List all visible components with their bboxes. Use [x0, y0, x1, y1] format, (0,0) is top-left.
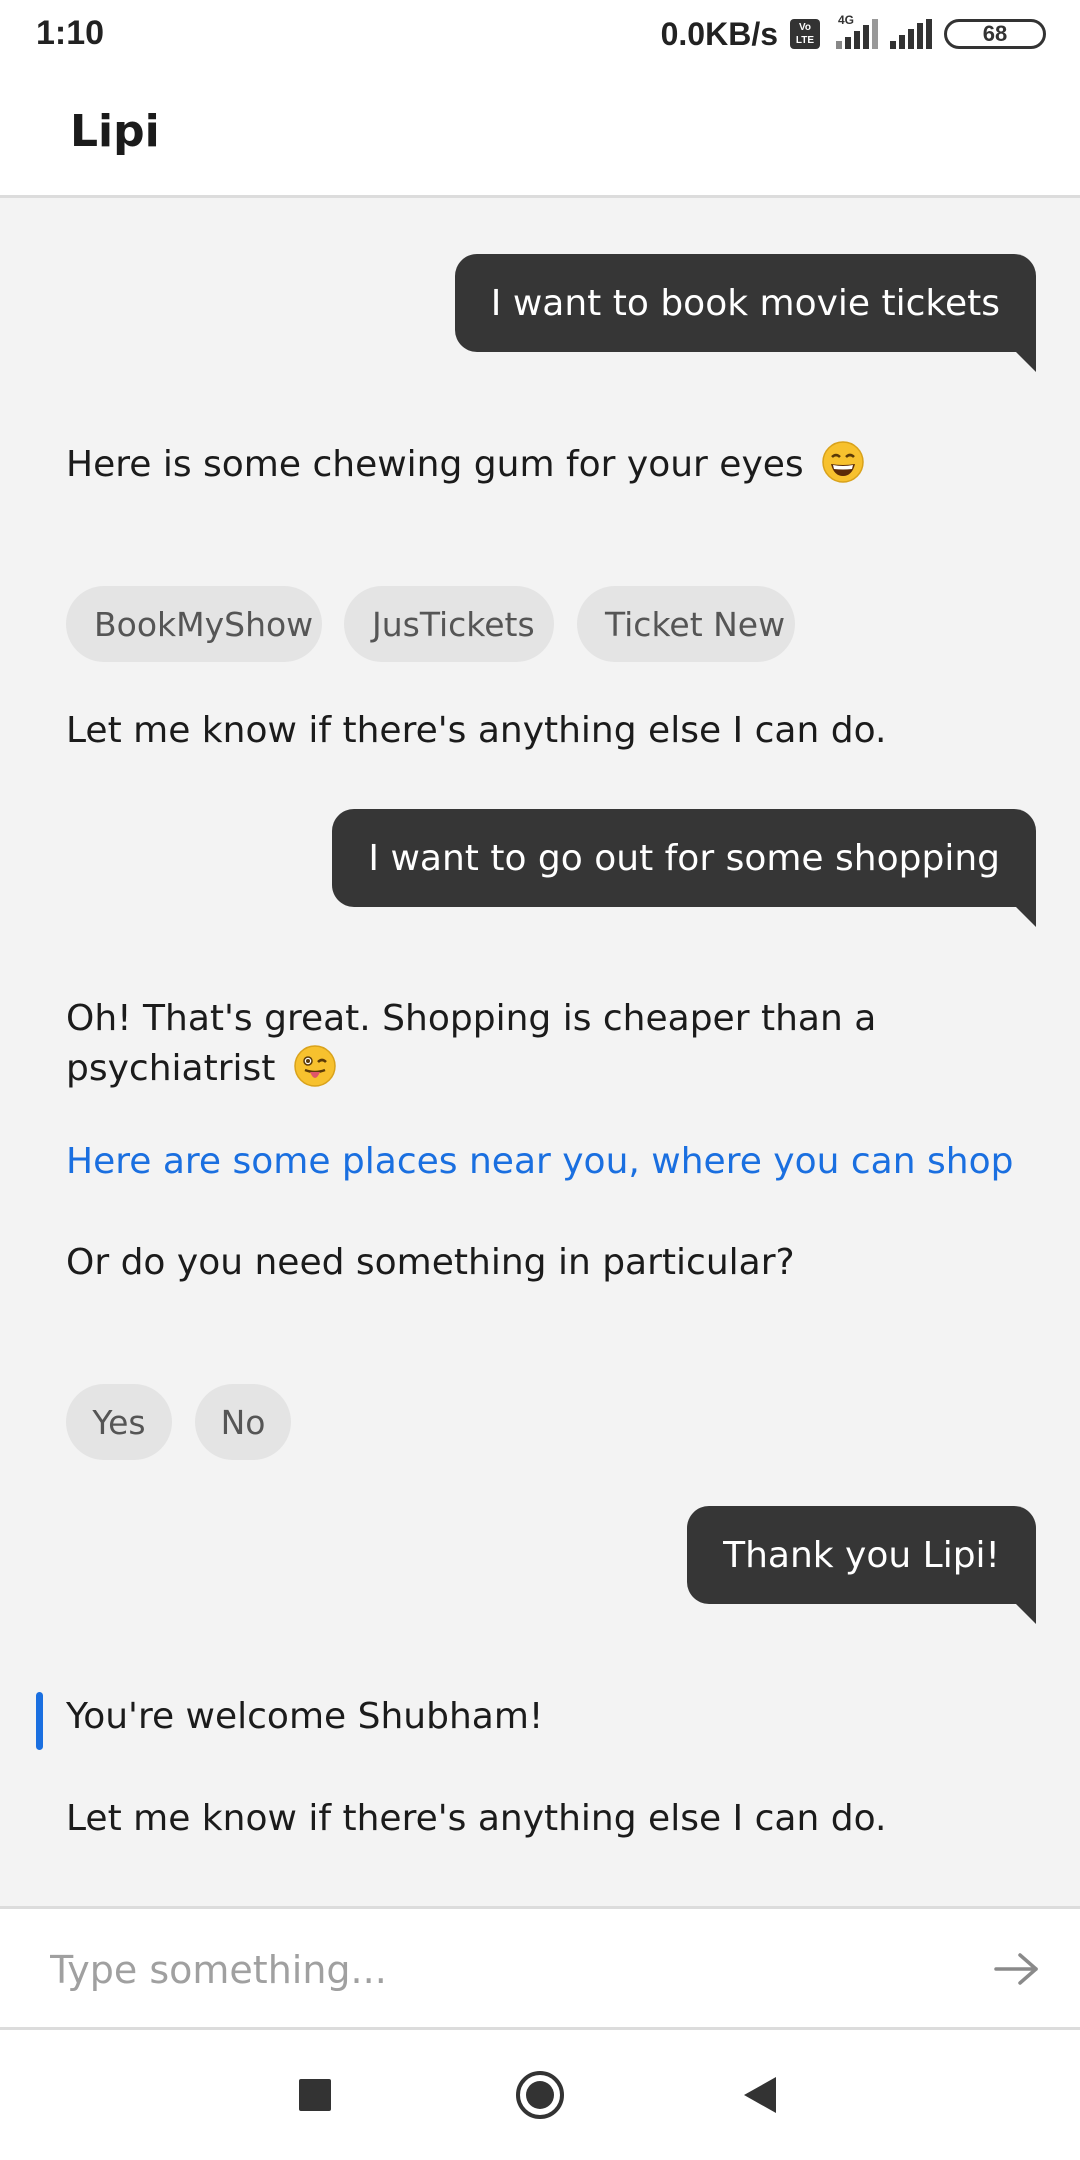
input-bar	[0, 1906, 1080, 2030]
home-circle-icon[interactable]	[515, 2070, 565, 2120]
chip-bookmyshow[interactable]: BookMyShow	[66, 586, 322, 662]
bot-message: Let me know if there's anything else I c…	[66, 1798, 887, 1839]
bot-message: You're welcome Shubham!	[66, 1696, 544, 1737]
chip-justickets[interactable]: JusTickets	[344, 586, 554, 662]
arrow-right-icon[interactable]	[992, 1947, 1042, 1991]
chip-ticket-new[interactable]: Ticket New	[577, 586, 795, 662]
back-triangle-icon[interactable]	[736, 2070, 786, 2120]
status-time: 1:10	[36, 14, 105, 52]
battery-icon: 68	[944, 19, 1046, 49]
status-bar: 1:10 0.0KB/s Vo LTE 4G 68	[0, 0, 1080, 68]
app-bar: Lipi	[0, 68, 1080, 198]
user-message: I want to book movie tickets	[454, 254, 1037, 372]
signal-icon	[890, 19, 932, 49]
app-title: Lipi	[70, 106, 160, 157]
signal-4g-icon: 4G	[832, 13, 878, 49]
chip-yes[interactable]: Yes	[66, 1384, 172, 1460]
grinning-face-emoji	[822, 441, 864, 483]
network-speed: 0.0KB/s	[660, 15, 778, 52]
bot-message: Or do you need something in particular?	[66, 1242, 795, 1283]
battery-level: 68	[982, 21, 1008, 46]
volte-icon: Vo LTE	[790, 19, 820, 49]
user-message: Thank you Lipi!	[687, 1506, 1036, 1624]
focus-indicator	[36, 1692, 43, 1750]
bot-message: Let me know if there's anything else I c…	[66, 710, 887, 751]
navigation-bar	[0, 2030, 1080, 2160]
shopping-places-link[interactable]: Here are some places near you, where you…	[66, 1137, 1013, 1187]
winking-tongue-emoji	[294, 1045, 336, 1087]
bot-message: Oh! That's great. Shopping is cheaper th…	[66, 998, 877, 1089]
chat-area[interactable]: I want to book movie tickets Here is som…	[0, 198, 1080, 1906]
user-message: I want to go out for some shopping	[332, 809, 1036, 927]
status-icons: 0.0KB/s Vo LTE 4G 68	[661, 12, 1046, 56]
message-input[interactable]	[48, 1937, 932, 2003]
chip-no[interactable]: No	[195, 1384, 291, 1460]
network-type-label: 4G	[838, 13, 855, 27]
bot-message: Here is some chewing gum for your eyes	[66, 440, 865, 490]
recents-square-icon[interactable]	[290, 2070, 340, 2120]
